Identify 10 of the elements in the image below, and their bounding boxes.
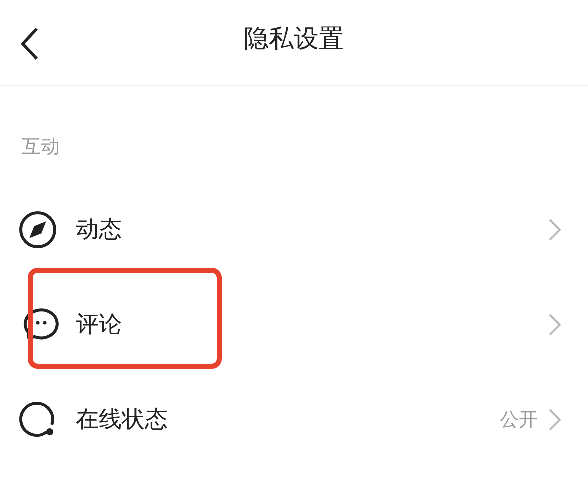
chevron-icon — [548, 218, 562, 242]
chevron-icon — [548, 312, 562, 336]
section-label: 互动 — [22, 135, 60, 160]
settings-item[interactable]: 动态 — [76, 214, 548, 245]
chevron-icon — [548, 408, 562, 432]
item-value: 公开 — [500, 408, 538, 432]
settings-item[interactable]: 评论 — [76, 309, 548, 340]
compass-icon — [17, 208, 59, 250]
page-title: 隐私设置 — [244, 23, 344, 55]
settings-item[interactable]: 在线状态 — [76, 404, 500, 435]
